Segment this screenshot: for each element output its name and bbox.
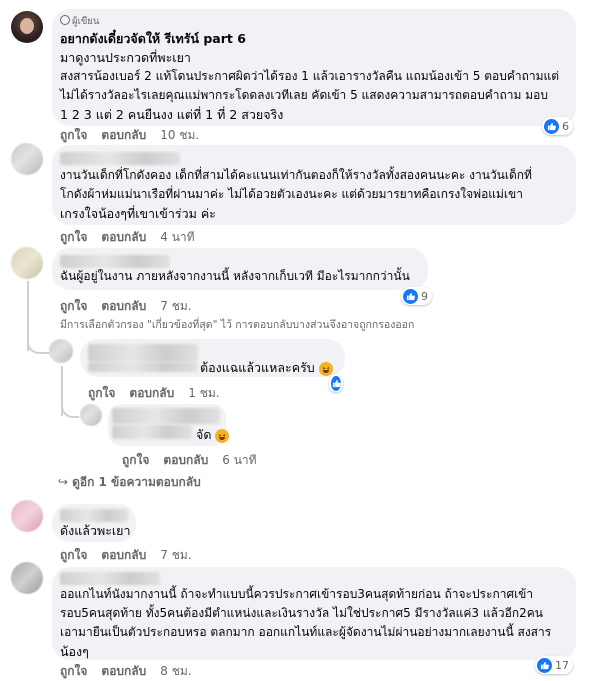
reply-text-content: ต้องแฉแล้วแหละครับ xyxy=(200,360,315,375)
comment-line: ออแกไนท์นังมากงานนี้ ถ้าจะทำแบบนี้ควรประ… xyxy=(60,587,534,601)
comment-line: โกดังผ้าห่มแม่นาเรือที่ผ่านมาค่ะ ไม่ได้อ… xyxy=(60,187,523,201)
comment-line: มาดูงานประกวดที่พะเยา xyxy=(60,50,191,65)
reply-link[interactable]: ตอบกลับ xyxy=(101,230,146,244)
commenter-avatar[interactable] xyxy=(11,500,43,532)
like-icon xyxy=(403,288,418,304)
reply-link[interactable]: ตอบกลับ xyxy=(163,453,208,467)
comment-actions: ถูกใจ ตอบกลับ 7 ชม. xyxy=(60,546,206,565)
like-link[interactable]: ถูกใจ xyxy=(60,230,87,244)
author-badge-label: ผู้เขียน xyxy=(72,16,100,27)
commenter-avatar[interactable] xyxy=(11,143,43,175)
comment-text: งานวันเด็กที่โกดังคอง เด็กที่สามได้คะแนน… xyxy=(60,166,570,223)
reply-link[interactable]: ตอบกลับ xyxy=(101,128,146,142)
like-icon xyxy=(544,118,559,134)
reply-author-name[interactable] xyxy=(112,408,220,424)
filter-notice: มีการเลือกตัวกรอง "เกี่ยวข้องที่สุด" ไว้… xyxy=(60,319,415,331)
like-icon xyxy=(331,375,341,391)
reply-avatar[interactable] xyxy=(49,339,73,363)
comment-author-name[interactable] xyxy=(60,572,160,585)
like-link[interactable]: ถูกใจ xyxy=(60,548,87,562)
author-badge: ผู้เขียน xyxy=(60,14,99,29)
view-more-replies[interactable]: ↪ ดูอีก 1 ข้อความตอบกลับ xyxy=(58,473,215,492)
reply-actions: ถูกใจ ตอบกลับ 6 นาที xyxy=(122,451,271,470)
like-link[interactable]: ถูกใจ xyxy=(88,386,115,400)
reply-link[interactable]: ตอบกลับ xyxy=(101,548,146,562)
reply-avatar[interactable] xyxy=(80,404,102,426)
reaction-number: 6 xyxy=(562,119,569,133)
comment-actions: ถูกใจ ตอบกลับ 10 ชม. xyxy=(60,126,213,145)
timestamp[interactable]: 1 ชม. xyxy=(188,386,219,400)
laughing-emoji-icon xyxy=(318,362,333,376)
thread-connector xyxy=(27,330,49,354)
reaction-count[interactable] xyxy=(329,374,343,392)
reply-text-content: จัด xyxy=(196,427,212,442)
commenter-avatar[interactable] xyxy=(11,247,43,279)
comment-author-name[interactable] xyxy=(60,152,180,165)
comment-author-name[interactable]: อยากดังเดี๋ยวจัดให้ รีเทรัน์ part 6 xyxy=(60,29,246,49)
like-link[interactable]: ถูกใจ xyxy=(60,299,87,313)
comment-line: เอามายืนเป็นตัวประกอบหรอ ตลกมาก ออกแกไนท… xyxy=(60,625,552,639)
reply-author-name-line2 xyxy=(88,362,198,372)
comment-line: รอบ5คนสุดท้าย ทั้ง5คนต้องมีตำแหน่งและเงิ… xyxy=(60,606,543,620)
reply-text: ต้องแฉแล้วแหละครับ xyxy=(200,358,333,377)
timestamp[interactable]: 8 ชม. xyxy=(160,664,191,678)
timestamp[interactable]: 10 ชม. xyxy=(160,128,199,142)
comment-line: 1 2 3 แต่ 2 คนยืนงง แต่ที่ 1 ที่ 2 สวยจร… xyxy=(60,107,284,122)
comment-actions: ถูกใจ ตอบกลับ 7 ชม. xyxy=(60,297,206,316)
commenter-avatar[interactable] xyxy=(11,562,43,594)
like-icon xyxy=(537,657,552,673)
timestamp[interactable]: 6 นาที xyxy=(222,453,256,467)
comment-line: ไม่ได้รางวัลอะไรเลยคุณแม่พากระโดดลงเวทีเ… xyxy=(60,88,548,102)
reaction-count[interactable]: 6 xyxy=(542,117,573,135)
reply-link[interactable]: ตอบกลับ xyxy=(101,299,146,313)
reply-author-name[interactable] xyxy=(88,344,198,362)
like-link[interactable]: ถูกใจ xyxy=(60,128,87,142)
reply-text: จัด xyxy=(196,425,230,444)
reaction-count[interactable]: 17 xyxy=(535,656,573,674)
comment-text: ออแกไนท์นังมากงานนี้ ถ้าจะทำแบบนี้ควรประ… xyxy=(60,585,570,661)
reaction-number: 9 xyxy=(421,289,428,303)
reply-link[interactable]: ตอบกลับ xyxy=(101,664,146,678)
thread-connector xyxy=(61,400,79,418)
reply-author-name-line2 xyxy=(112,425,192,439)
comment-actions: ถูกใจ ตอบกลับ 8 ชม. xyxy=(60,662,206,681)
comment-line: เกรงใจน้องๆที่เขาเข้าร่วม ค่ะ xyxy=(60,206,216,221)
like-link[interactable]: ถูกใจ xyxy=(122,453,149,467)
comment-line: สงสารน้องเบอร์ 2 แท้โดนประกาศผิดว่าได้รอ… xyxy=(60,69,560,83)
timestamp[interactable]: 4 นาที xyxy=(160,230,194,244)
comment-line: งานวันเด็กที่โกดังคอง เด็กที่สามได้คะแนน… xyxy=(60,168,532,182)
timestamp[interactable]: 7 ชม. xyxy=(160,548,191,562)
view-more-replies-label: ดูอีก 1 ข้อความตอบกลับ xyxy=(72,475,201,489)
comment-text: มาดูงานประกวดที่พะเยา สงสารน้องเบอร์ 2 แ… xyxy=(60,48,570,124)
comment-actions: ถูกใจ ตอบกลับ 4 นาที xyxy=(60,228,209,247)
comment-text: ฉันผู้อยู่ในงาน ภายหลังจากงานนี้ หลังจาก… xyxy=(60,269,410,283)
comment-text: ดังแล้วพะเยา xyxy=(60,523,131,538)
reaction-number: 17 xyxy=(555,658,569,672)
comment-line: น้องๆ xyxy=(60,644,89,659)
reply-link[interactable]: ตอบกลับ xyxy=(129,386,174,400)
laughing-emoji-icon xyxy=(215,429,230,443)
reply-arrow-icon: ↪ xyxy=(58,475,69,489)
author-badge-icon xyxy=(60,15,70,25)
like-link[interactable]: ถูกใจ xyxy=(60,664,87,678)
reaction-count[interactable]: 9 xyxy=(401,287,432,305)
reply-actions: ถูกใจ ตอบกลับ 1 ชม. xyxy=(88,384,234,403)
author-avatar[interactable] xyxy=(11,11,43,43)
timestamp[interactable]: 7 ชม. xyxy=(160,299,191,313)
